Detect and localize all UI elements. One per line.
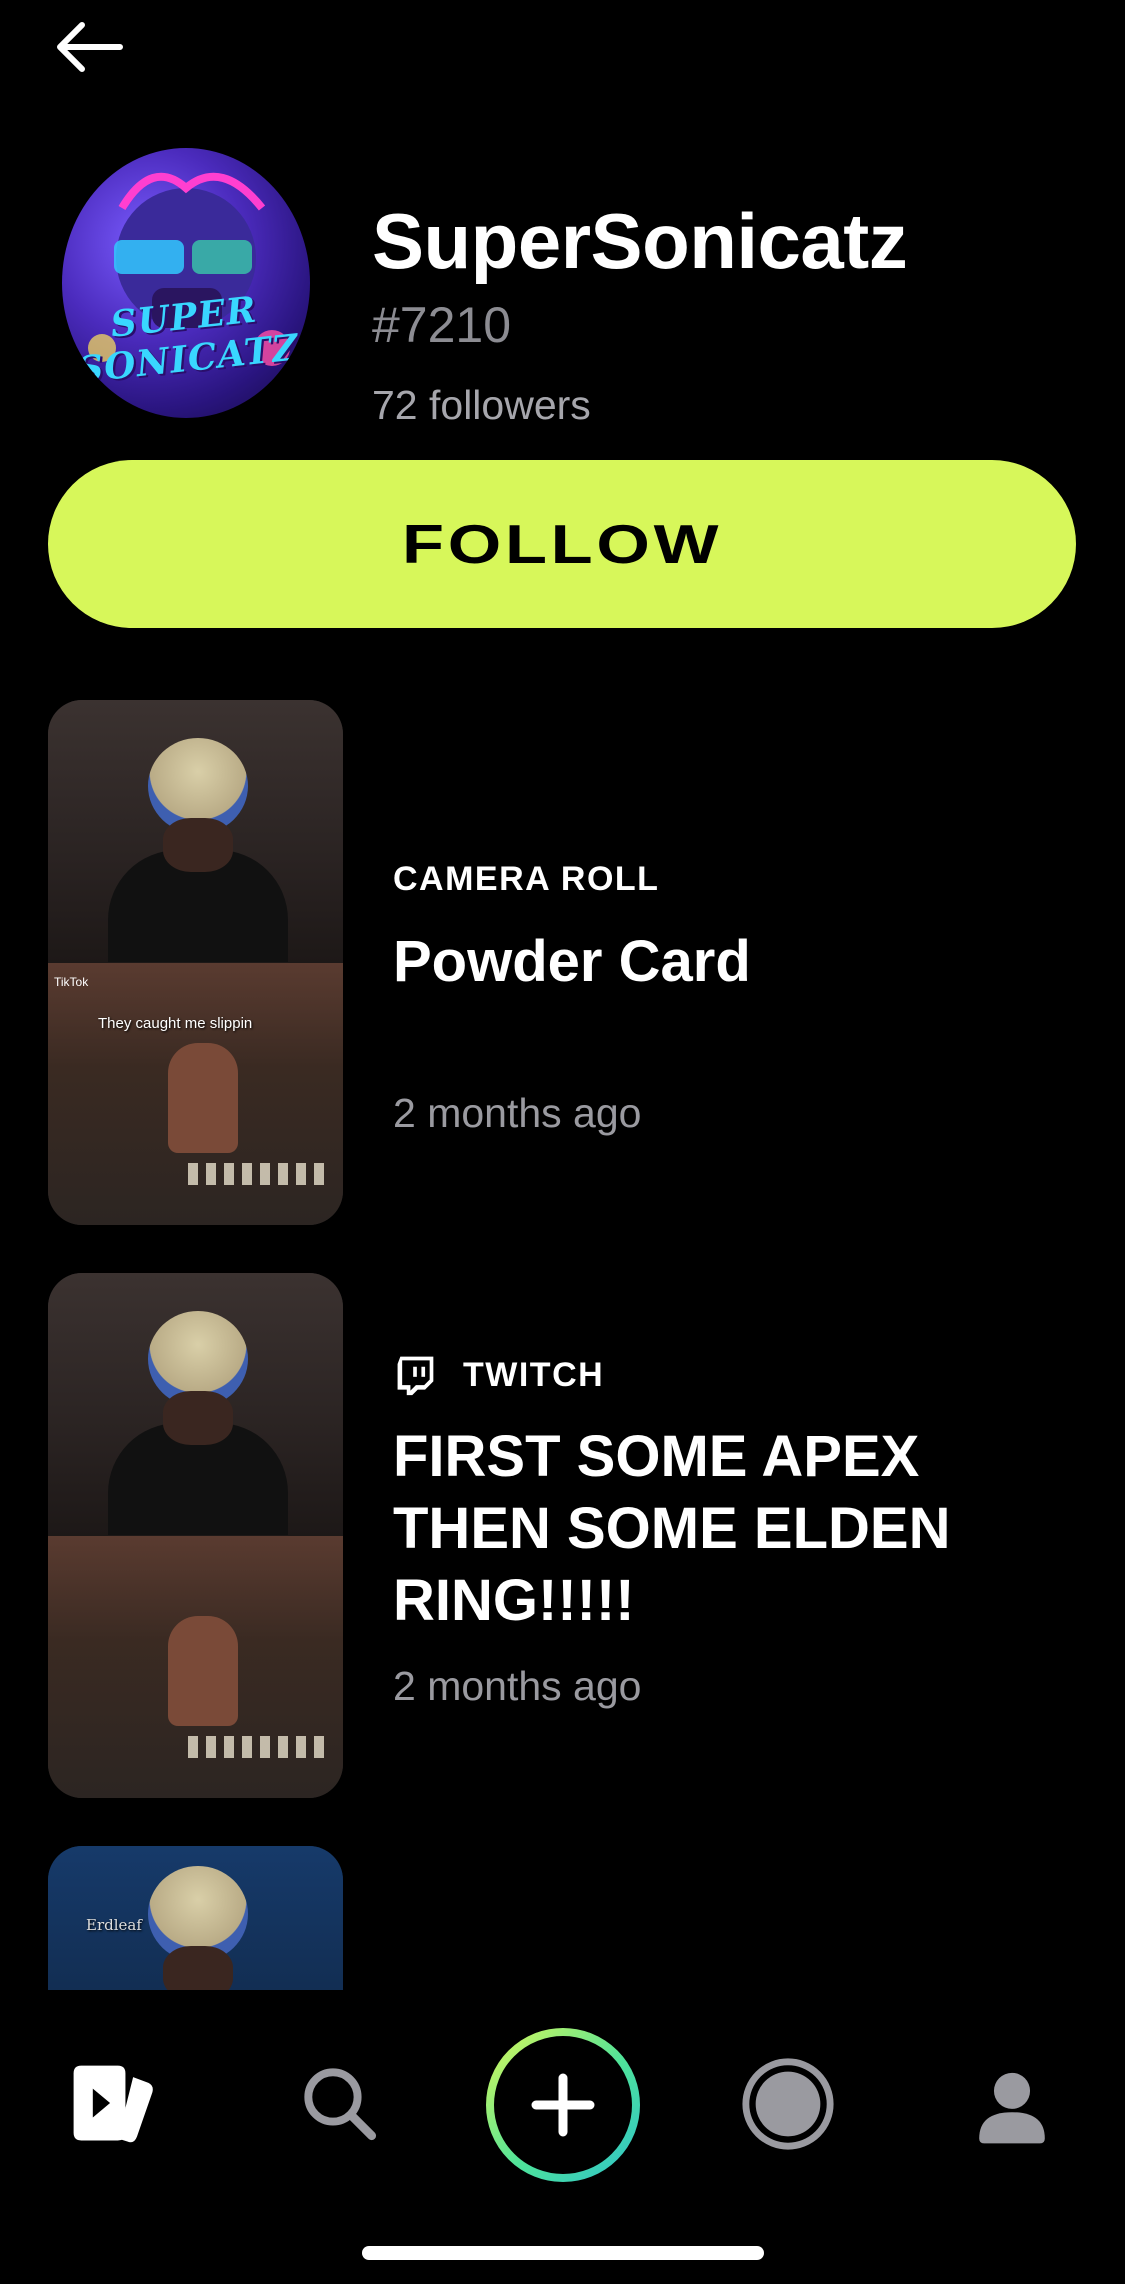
clip-source: TWITCH bbox=[393, 1353, 604, 1397]
clip-feed[interactable]: TikTok They caught me slippin CAMERA ROL… bbox=[0, 700, 1125, 1990]
home-indicator[interactable] bbox=[362, 2246, 764, 2260]
feed-item[interactable]: TikTok They caught me slippin CAMERA ROL… bbox=[48, 700, 1078, 1230]
profile-username: SuperSonicatz bbox=[372, 197, 908, 285]
source-label: CAMERA ROLL bbox=[393, 860, 660, 898]
thumb-webcam: Erdleaf bbox=[48, 1846, 343, 1990]
clip-title[interactable]: Powder Card bbox=[393, 926, 1053, 998]
thumb-gameplay: TikTok They caught me slippin bbox=[48, 962, 343, 1225]
arrow-left-icon bbox=[57, 22, 123, 72]
tiktok-badge: TikTok bbox=[54, 974, 89, 989]
bottom-tab-bar bbox=[0, 1990, 1125, 2284]
tab-profile[interactable] bbox=[962, 2054, 1062, 2154]
avatar[interactable]: SUPER SONICATZ bbox=[62, 148, 310, 418]
thumb-webcam bbox=[48, 700, 343, 963]
follow-button[interactable]: FOLLOW bbox=[48, 460, 1076, 628]
profile-screen: SUPER SONICATZ SuperSonicatz #7210 72 fo… bbox=[0, 0, 1125, 2284]
clips-icon bbox=[73, 2065, 153, 2143]
clip-time: 2 months ago bbox=[393, 1663, 642, 1709]
clip-time: 2 months ago bbox=[393, 1090, 642, 1136]
search-icon bbox=[304, 2068, 377, 2141]
create-icon bbox=[486, 2028, 640, 2182]
clip-thumbnail[interactable]: TikTok They caught me slippin bbox=[48, 700, 343, 1225]
thumb-caption: Erdleaf bbox=[86, 1916, 142, 1934]
thumb-gameplay bbox=[48, 1535, 343, 1798]
tab-search[interactable] bbox=[290, 2054, 390, 2154]
tab-record[interactable] bbox=[738, 2054, 838, 2154]
clip-thumbnail[interactable] bbox=[48, 1273, 343, 1798]
followers-count[interactable]: 72 followers bbox=[372, 382, 591, 429]
back-button[interactable] bbox=[52, 12, 142, 82]
thumb-webcam bbox=[48, 1273, 343, 1536]
source-label: TWITCH bbox=[463, 1355, 605, 1394]
record-icon bbox=[742, 2058, 834, 2150]
profile-tag: #7210 bbox=[372, 297, 512, 353]
follow-button-label: FOLLOW bbox=[401, 513, 723, 575]
clip-title[interactable]: FIRST SOME APEX THEN SOME ELDEN RING!!!!… bbox=[393, 1421, 1053, 1637]
feed-item[interactable]: Erdleaf bbox=[48, 1846, 1078, 1990]
tab-clips[interactable] bbox=[62, 2054, 162, 2154]
twitch-icon bbox=[397, 1356, 434, 1396]
profile-icon bbox=[979, 2072, 1045, 2144]
clip-source: CAMERA ROLL bbox=[393, 860, 659, 899]
feed-item[interactable]: TWITCH FIRST SOME APEX THEN SOME ELDEN R… bbox=[48, 1273, 1078, 1803]
tab-create[interactable] bbox=[484, 2026, 642, 2184]
clip-thumbnail[interactable]: Erdleaf bbox=[48, 1846, 343, 1990]
thumb-caption: They caught me slippin bbox=[98, 1014, 253, 1032]
